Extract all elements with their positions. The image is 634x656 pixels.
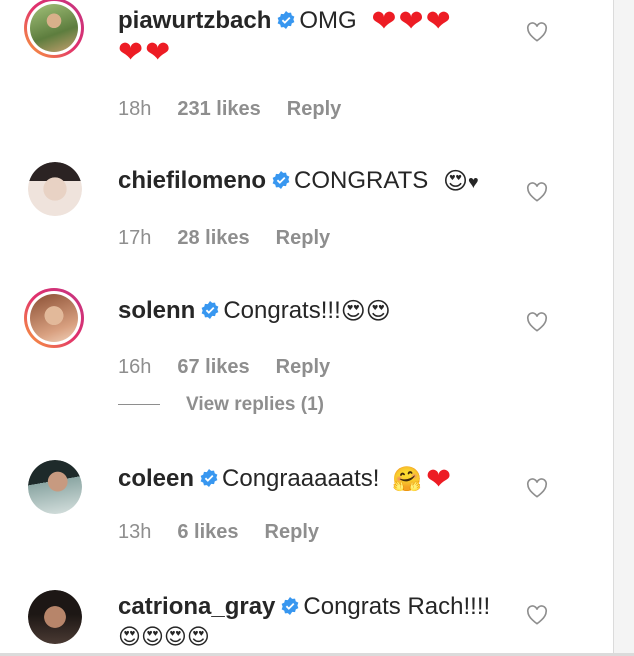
view-replies-link[interactable]: View replies (1) [118, 394, 324, 416]
comment-meta: 13h 6 likes Reply [118, 521, 345, 544]
verified-badge-icon [277, 11, 295, 29]
red-heart-icon: ❤ [118, 36, 144, 70]
avatar-image [28, 162, 82, 216]
comment-meta: 17h 28 likes Reply [118, 227, 356, 250]
comment-time[interactable]: 17h [118, 227, 151, 249]
comment-meta: 18h 231 likes Reply [118, 98, 367, 121]
comment-time[interactable]: 16h [118, 356, 151, 378]
emoji-row: ❤❤ [118, 36, 171, 70]
like-heart-icon[interactable] [526, 478, 548, 498]
username-link[interactable]: catriona_gray [118, 593, 275, 620]
reply-button[interactable]: Reply [276, 227, 330, 249]
avatar[interactable] [24, 0, 84, 58]
likes-count[interactable]: 6 likes [177, 521, 238, 543]
hugging-face-emoji-icon: 🤗 [392, 465, 423, 493]
comment-text-line: catriona_gray Congrats Rach!!!! [118, 590, 518, 624]
avatar-image [30, 294, 78, 342]
likes-count[interactable]: 28 likes [177, 227, 249, 249]
red-heart-icon: ❤ [398, 4, 424, 38]
heart-eyes-emoji-icon: 😍 [340, 297, 366, 325]
comment-text-line: chiefilomeno CONGRATS 😍♥ [118, 164, 518, 199]
emoji-row: 😍😍😍😍 [118, 622, 210, 651]
username-link[interactable]: chiefilomeno [118, 167, 266, 194]
comment-text-line: solenn Congrats!!!😍😍 [118, 294, 518, 329]
heart-eyes-emoji-icon: 😍 [163, 624, 187, 650]
heart-eyes-emoji-icon: 😍 [186, 624, 210, 650]
username-link[interactable]: solenn [118, 297, 195, 324]
avatar-image [28, 590, 82, 644]
reply-button[interactable]: Reply [276, 356, 330, 378]
comment-body: Congrats!!! [223, 297, 341, 324]
username-link[interactable]: piawurtzbach [118, 7, 271, 34]
comment-body: OMG [299, 7, 357, 34]
avatar[interactable] [28, 590, 82, 644]
verified-badge-icon [282, 597, 299, 615]
likes-count[interactable]: 67 likes [177, 356, 249, 378]
avatar[interactable] [28, 162, 82, 216]
like-heart-icon[interactable] [526, 22, 548, 42]
red-heart-icon: ❤ [426, 462, 452, 496]
view-replies-label[interactable]: View replies (1) [186, 394, 324, 415]
comment-text-line: piawurtzbach OMG ❤❤❤ [118, 4, 518, 39]
comment-body: CONGRATS [294, 167, 429, 194]
reply-button[interactable]: Reply [287, 98, 341, 120]
red-heart-icon: ❤ [425, 4, 451, 38]
scrollbar-track[interactable] [613, 0, 634, 656]
verified-badge-icon [200, 469, 218, 487]
replies-divider-line [118, 404, 160, 406]
verified-badge-icon [201, 301, 219, 319]
comment-meta: 16h 67 likes Reply [118, 356, 356, 379]
heart-eyes-emoji-icon: 😍 [442, 167, 468, 195]
avatar[interactable] [24, 288, 84, 348]
like-heart-icon[interactable] [526, 312, 548, 332]
red-heart-icon: ❤ [371, 4, 397, 38]
avatar-image [30, 4, 78, 52]
black-heart-icon: ♥ [467, 171, 479, 192]
username-link[interactable]: coleen [118, 465, 194, 492]
reply-button[interactable]: Reply [265, 521, 319, 543]
like-heart-icon[interactable] [526, 605, 548, 625]
likes-count[interactable]: 231 likes [177, 98, 260, 120]
heart-eyes-emoji-icon: 😍 [365, 297, 391, 325]
like-heart-icon[interactable] [526, 182, 548, 202]
verified-badge-icon [272, 171, 290, 189]
comment-body: Congraaaaats! [222, 465, 380, 492]
comment-time[interactable]: 18h [118, 98, 151, 120]
avatar-image [28, 460, 82, 514]
comment-time[interactable]: 13h [118, 521, 151, 543]
comment-body: Congrats Rach!!!! [303, 593, 491, 620]
avatar[interactable] [28, 460, 82, 514]
heart-eyes-emoji-icon: 😍 [140, 624, 164, 650]
comment-text-line: coleen Congraaaaats! 🤗 ❤ [118, 462, 518, 497]
red-heart-icon: ❤ [145, 36, 171, 70]
heart-eyes-emoji-icon: 😍 [118, 624, 141, 650]
